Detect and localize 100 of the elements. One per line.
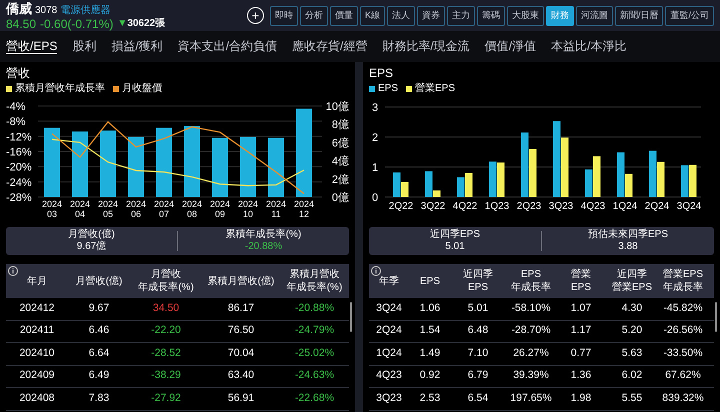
axis-tick-label: 1	[372, 162, 378, 174]
table-cell-text: 63.40	[226, 368, 256, 384]
summary-label: 累積年成長率(%)	[226, 229, 302, 241]
column-header: 累積月營收年成長率(%)	[286, 268, 342, 294]
table-cell-text: 67.62%	[664, 368, 702, 384]
axis-tick-label: 2Q23	[516, 201, 542, 212]
bar	[156, 128, 172, 197]
table-cell-text: 202411	[18, 323, 56, 338]
table-cell-text: 6.54	[466, 390, 490, 406]
table-cell-text: 0.92	[418, 368, 442, 384]
sub-tab[interactable]: 應收存貨/經營	[292, 40, 368, 54]
table-cell-text: 5.63	[620, 346, 644, 361]
table-cell-text: 202410	[18, 346, 56, 361]
price-change: -0.60(-0.71%)	[40, 18, 114, 30]
table-cell-text: 6.79	[466, 368, 490, 384]
bar	[128, 136, 144, 197]
table-cell-text: -25.02%	[294, 346, 336, 361]
table-cell-text: 76.50	[226, 323, 256, 338]
axis-tick-label: 2024 09	[210, 199, 230, 219]
sub-tab[interactable]: 營收/EPS	[6, 40, 58, 54]
axis-tick-label: 0億	[332, 192, 349, 204]
sub-tab[interactable]: 財務比率/現金流	[382, 40, 470, 54]
nav-tab[interactable]: 即時	[270, 6, 298, 26]
bar	[240, 136, 256, 197]
axis-tick-label: 2	[372, 132, 378, 144]
summary-value: -20.88%	[244, 241, 282, 253]
legend-label: EPS	[378, 83, 398, 95]
table-cell-text: 1.49	[418, 346, 442, 361]
legend-label: 累積月營收年成長率	[15, 83, 105, 95]
sub-tab[interactable]: 資本支出/合約負債	[178, 40, 278, 54]
axis-tick-label: 2024 03	[42, 199, 62, 219]
legend-swatch	[113, 86, 119, 92]
column-header: 年季	[379, 274, 399, 288]
table-cell-text: 197.65%	[509, 390, 553, 406]
axis-tick-label: 2024 12	[294, 199, 314, 219]
table-cell-text: -38.29	[150, 368, 182, 384]
industry-link[interactable]: 電源供應器	[60, 6, 110, 16]
summary-value: 3.88	[618, 241, 638, 253]
axis-tick-label: 2億	[332, 174, 349, 186]
add-button[interactable]: +	[246, 7, 264, 24]
table-cell-text: 7.83	[88, 390, 110, 406]
table-cell-text: -28.52	[150, 346, 182, 361]
nav-tab[interactable]: 資券	[416, 6, 445, 26]
axis-tick-label: 2024 05	[98, 199, 118, 219]
table-cell-text: 70.04	[226, 346, 256, 361]
scrollbar[interactable]	[350, 302, 352, 332]
column-header: 年月	[27, 274, 47, 288]
info-icon[interactable]	[8, 266, 18, 276]
info-icon[interactable]	[371, 266, 381, 276]
table-cell-text: 1.07	[570, 300, 592, 316]
table-cell-text: 39.39%	[512, 368, 550, 384]
table-cell-text: 3Q23	[375, 390, 403, 406]
nav-tab[interactable]: 大股東	[506, 6, 544, 26]
axis-tick-label: -12%	[6, 131, 32, 144]
nav-tab[interactable]: 河流圖	[576, 6, 613, 26]
nav-tab[interactable]: K線	[360, 6, 385, 26]
scrollbar[interactable]	[715, 302, 717, 332]
bar	[268, 138, 284, 197]
legend-label: 營業EPS	[415, 83, 456, 95]
sub-tab[interactable]: 價值/淨值	[484, 40, 536, 54]
axis-tick-label: 6億	[332, 137, 349, 150]
axis-tick-label: 4億	[332, 156, 349, 168]
bar	[184, 126, 200, 197]
nav-tab[interactable]: 法人	[386, 6, 415, 26]
table-cell-text: 6.46	[88, 323, 110, 338]
table-cell-text: 1.54	[418, 323, 442, 338]
table-cell-text: 202409	[18, 368, 56, 384]
nav-tab[interactable]: 價量	[330, 6, 358, 26]
table-cell-text: 1.36	[570, 368, 592, 384]
axis-tick-label: 2Q24	[644, 201, 670, 212]
axis-tick-label: 4Q23	[580, 201, 606, 212]
nav-tab[interactable]: 籌碼	[476, 6, 505, 26]
table-cell-text: 5.55	[620, 390, 644, 406]
column-header: 近四季EPS	[463, 268, 493, 294]
summary-label: 月營收(億)	[68, 229, 115, 240]
nav-tab[interactable]: 新聞/日曆	[614, 6, 664, 26]
table-cell-text: 26.27%	[512, 346, 550, 361]
sub-tab[interactable]: 損益/獲利	[111, 40, 163, 54]
table-cell-text: 6.02	[620, 368, 644, 384]
stock-price: 84.50	[6, 18, 36, 30]
sub-tab[interactable]: 本益比/本淨比	[551, 40, 626, 54]
axis-tick-label: -20%	[6, 162, 32, 174]
table-cell-text: 7.10	[466, 346, 490, 361]
table-cell-text: -58.10%	[510, 300, 552, 316]
bar	[44, 128, 60, 197]
legend-swatch	[406, 86, 412, 92]
axis-tick-label: 3Q22	[420, 201, 446, 212]
sub-tab[interactable]: 股利	[72, 40, 96, 54]
summary-label: 預估未來四季EPS	[588, 229, 668, 241]
table-cell-text: 4Q23	[375, 368, 403, 384]
nav-tab[interactable]: 主力	[446, 6, 475, 26]
trade-volume: 30622張	[127, 18, 166, 28]
bar	[100, 130, 116, 197]
axis-tick-label: -8%	[6, 116, 26, 128]
axis-tick-label: 3Q24	[676, 201, 702, 212]
axis-tick-label: -4%	[6, 101, 26, 113]
axis-tick-label: -28%	[6, 192, 32, 204]
nav-tab[interactable]: 董監/公司	[665, 6, 714, 26]
nav-tab[interactable]: 分析	[300, 6, 328, 26]
legend-label: 月收盤價	[122, 83, 162, 95]
